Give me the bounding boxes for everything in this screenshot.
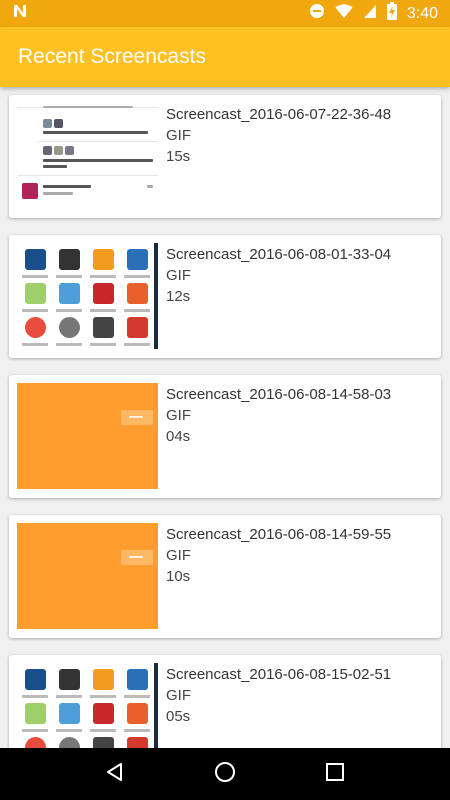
screencast-name: Screencast_2016-06-08-01-33-04 [166,246,392,263]
home-button[interactable] [195,748,255,800]
recents-button[interactable] [305,748,365,800]
screencast-card[interactable]: Screencast_2016-06-08-14-58-03 GIF 04s [9,375,441,498]
screencast-name: Screencast_2016-06-07-22-36-48 [166,106,392,123]
screencast-duration: 15s [166,148,191,165]
screencast-card[interactable]: Screencast_2016-06-08-14-59-55 GIF 10s [9,515,441,638]
screencast-thumbnail [17,243,158,349]
back-icon [105,762,125,787]
screencast-type: GIF [166,407,191,424]
screencast-duration: 05s [166,708,191,725]
screencast-name: Screencast_2016-06-08-15-02-51 [166,666,392,683]
screencast-card[interactable]: Screencast_2016-06-08-01-33-04 GIF 12s [9,235,441,358]
wifi-icon [335,3,353,24]
screencast-name: Screencast_2016-06-08-14-59-55 [166,526,392,543]
screencast-type: GIF [166,127,191,144]
screencast-card[interactable]: Screencast_2016-06-08-15-02-51 GIF 05s [9,655,441,748]
app-bar: Recent Screencasts [0,27,450,87]
navigation-bar [0,748,450,800]
home-icon [214,761,236,788]
status-bar: 3:40 [0,0,450,27]
screencast-thumbnail [17,383,158,489]
screencast-duration: 04s [166,428,191,445]
screencast-thumbnail [17,523,158,629]
n-logo-icon [12,3,28,24]
screencast-card[interactable]: Screencast_2016-06-07-22-36-48 GIF 15s [9,95,441,218]
page-title: Recent Screencasts [18,45,206,68]
screencast-thumbnail [17,663,158,748]
back-button[interactable] [85,748,145,800]
signal-icon [363,3,377,24]
screencast-duration: 12s [166,288,191,305]
screencast-type: GIF [166,547,191,564]
screencast-name: Screencast_2016-06-08-14-58-03 [166,386,392,403]
screencast-type: GIF [166,687,191,704]
screencast-thumbnail [17,103,158,209]
screencast-duration: 10s [166,568,191,585]
screencast-type: GIF [166,267,191,284]
do-not-disturb-icon [309,3,325,24]
status-time: 3:40 [406,4,438,22]
screencast-list[interactable]: Screencast_2016-06-07-22-36-48 GIF 15s S… [0,87,450,748]
recents-icon [326,762,344,786]
battery-charging-icon [386,2,397,25]
